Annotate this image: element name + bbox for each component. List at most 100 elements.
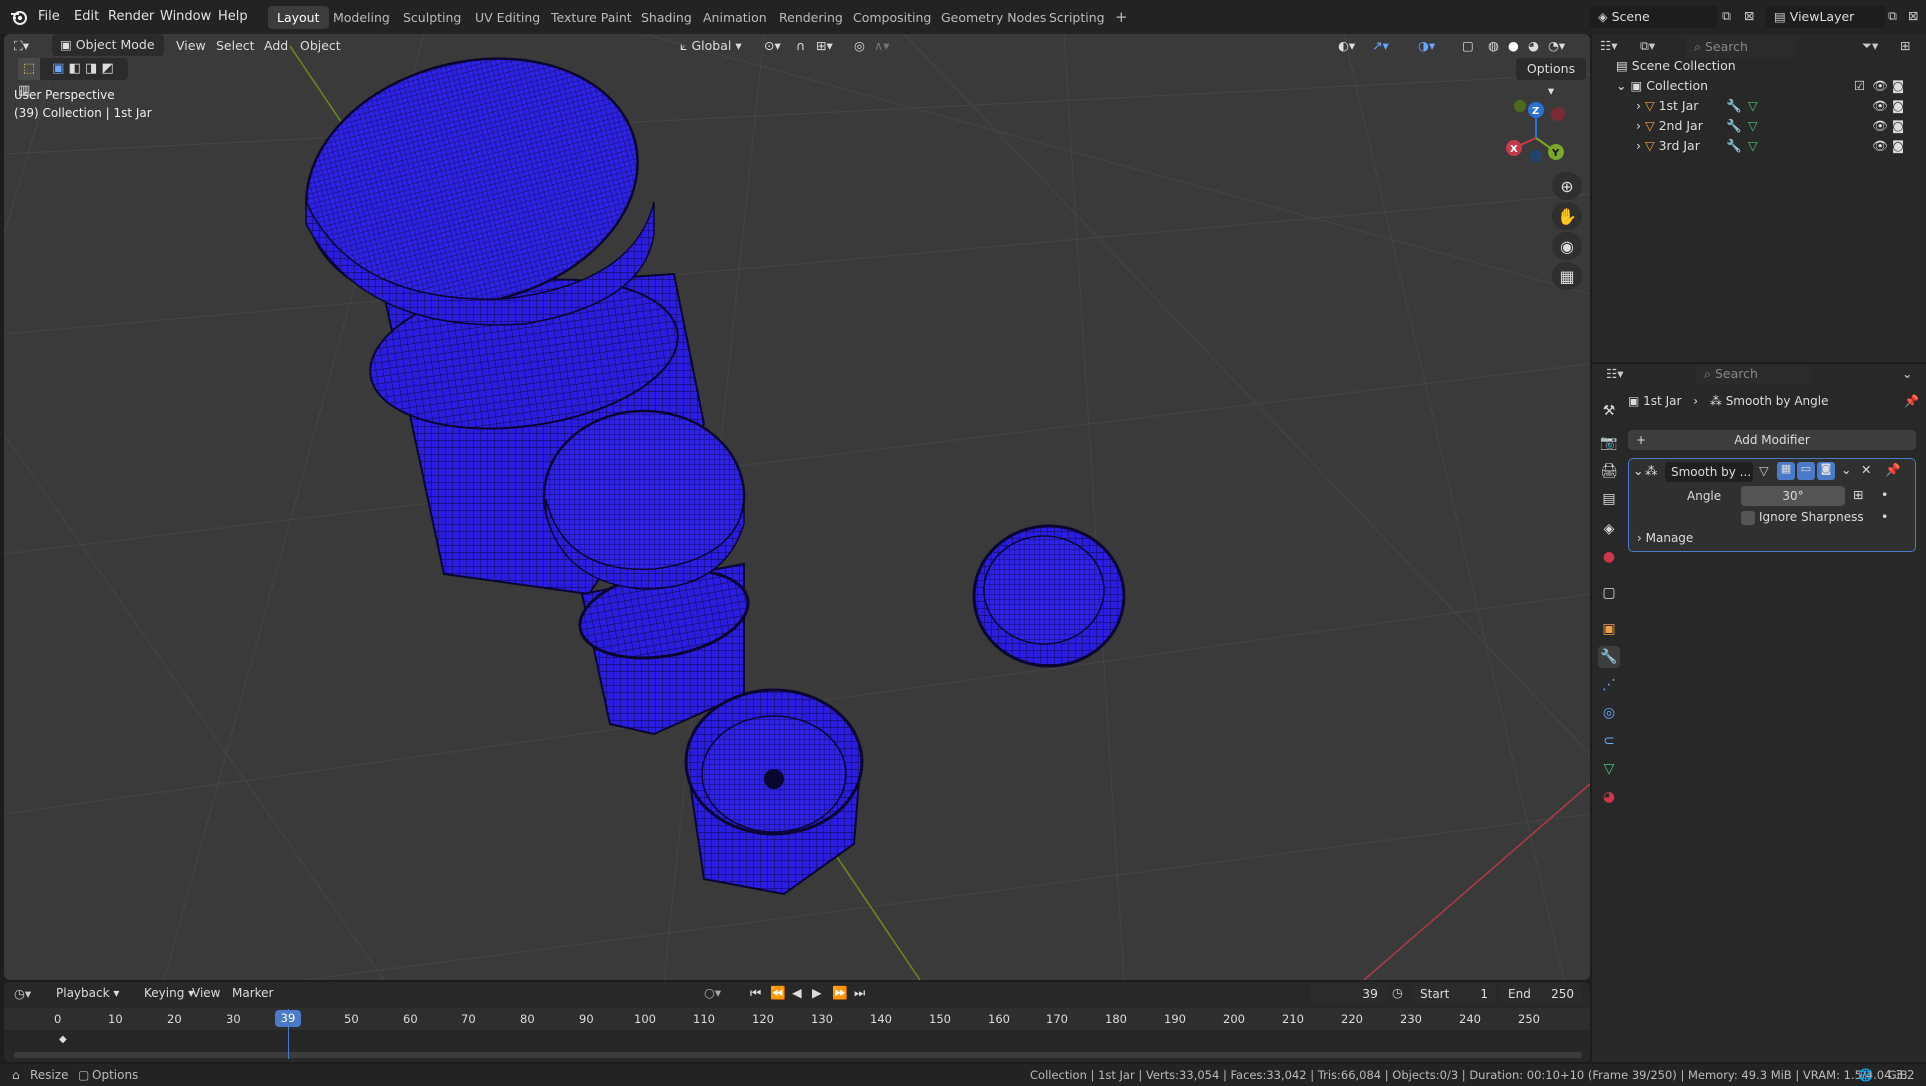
properties-search-input[interactable]: ⌕ Search: [1696, 364, 1812, 384]
properties-options-icon[interactable]: ⌄: [1902, 366, 1912, 381]
tab-rendering[interactable]: Rendering: [770, 6, 852, 29]
select-extend-icon[interactable]: ◧: [69, 61, 81, 76]
menu-object[interactable]: Object: [300, 34, 341, 58]
view-layer-selector[interactable]: ▤ ViewLayer: [1766, 6, 1886, 28]
viewport-scene[interactable]: [4, 34, 1590, 980]
overlay-toggle-icon[interactable]: ◑▾: [1418, 34, 1435, 58]
camera-render-icon[interactable]: ◙: [1892, 76, 1904, 96]
tool-tab-icon[interactable]: ⚒: [1598, 400, 1620, 422]
menu-add[interactable]: Add: [264, 34, 288, 58]
tab-modeling[interactable]: Modeling: [324, 6, 399, 29]
3rd-jar-mesh[interactable]: [684, 688, 864, 896]
pan-hand-icon[interactable]: ✋: [1552, 202, 1582, 230]
render-toggle-icon[interactable]: ◙: [1817, 462, 1835, 480]
pin-icon[interactable]: 📌: [1885, 462, 1901, 478]
jump-end-icon[interactable]: ⏭: [854, 985, 865, 1001]
select-box-tool-icon[interactable]: ⬚: [18, 58, 40, 80]
scene-tab-icon[interactable]: ◈: [1598, 518, 1620, 540]
material-shading-icon[interactable]: ◕: [1528, 34, 1539, 58]
modifier-name-field[interactable]: Smooth by ...: [1665, 462, 1753, 482]
object-tab-icon[interactable]: ▣: [1598, 618, 1620, 640]
add-workspace-icon[interactable]: +: [1106, 4, 1137, 30]
material-tab-icon[interactable]: ◕: [1598, 786, 1620, 808]
tab-shading[interactable]: Shading: [632, 6, 701, 29]
manage-subpanel[interactable]: › Manage: [1637, 531, 1693, 545]
delete-scene-icon[interactable]: ⊠: [1744, 8, 1754, 23]
mesh-data-icon[interactable]: ▽: [1748, 136, 1758, 156]
filter-icon[interactable]: ⏷▾: [1862, 38, 1878, 54]
select-intersect-icon[interactable]: ▥: [18, 83, 30, 98]
breadcrumb-modifier[interactable]: Smooth by Angle: [1726, 394, 1829, 408]
view-layer-tab-icon[interactable]: ▤: [1598, 488, 1620, 510]
particles-tab-icon[interactable]: ⋰: [1598, 674, 1620, 696]
snap-icon[interactable]: ∩: [796, 34, 805, 58]
pivot-point-icon[interactable]: ⊙▾: [764, 34, 781, 58]
mesh-data-icon[interactable]: ▽: [1748, 116, 1758, 136]
wireframe-shading-icon[interactable]: ◍: [1488, 34, 1499, 58]
tab-compositing[interactable]: Compositing: [844, 6, 940, 29]
cage-toggle-icon[interactable]: ▦: [1777, 462, 1795, 480]
prev-keyframe-icon[interactable]: ⏪: [770, 985, 786, 1001]
current-frame-field[interactable]: 39: [1310, 984, 1388, 1004]
outliner-item-2nd-jar[interactable]: › ▽ 2nd Jar 🔧 ▽ 👁 ◙: [1636, 116, 1920, 136]
xray-icon[interactable]: ▢: [1462, 34, 1474, 58]
new-collection-icon[interactable]: ⊞: [1900, 38, 1910, 53]
play-icon[interactable]: ▶: [812, 985, 822, 1000]
keyframe-dot-icon[interactable]: •: [1881, 509, 1888, 524]
tab-animation[interactable]: Animation: [694, 6, 776, 29]
outliner-collection[interactable]: ⌄ ▣ Collection ☑ 👁 ◙: [1616, 76, 1920, 96]
lid-mesh[interactable]: [972, 524, 1126, 668]
ignore-sharpness-checkbox[interactable]: [1741, 511, 1755, 525]
viewport-display-icon[interactable]: ▭: [1797, 462, 1815, 480]
tab-texture-paint[interactable]: Texture Paint: [542, 6, 641, 29]
menu-marker[interactable]: Marker: [232, 986, 273, 1000]
gizmo-toggle-icon[interactable]: ↗▾: [1372, 34, 1389, 58]
modifier-tab-icon[interactable]: 🔧: [1598, 646, 1620, 668]
data-tab-icon[interactable]: ▽: [1598, 758, 1620, 780]
chevron-down-icon[interactable]: ⌄: [1616, 78, 1630, 93]
options-dropdown[interactable]: Options ▾: [1516, 58, 1586, 98]
timeline-editor-type-icon[interactable]: ◷▾: [14, 986, 31, 1001]
rendered-shading-icon[interactable]: ◔▾: [1548, 34, 1565, 58]
play-reverse-icon[interactable]: ◀: [792, 985, 802, 1000]
scene-selector[interactable]: ◈ Scene: [1590, 6, 1718, 28]
visibility-icon[interactable]: ◐▾: [1338, 34, 1355, 58]
display-mode-icon[interactable]: ⧉▾: [1640, 38, 1655, 54]
menu-file[interactable]: File: [32, 7, 66, 26]
menu-help[interactable]: Help: [212, 7, 254, 26]
snap-target-icon[interactable]: ⊞▾: [816, 34, 833, 58]
menu-playback[interactable]: Playback ▾: [56, 986, 119, 1000]
keyframe-track[interactable]: [4, 1030, 1590, 1050]
timeline-scrollbar[interactable]: [14, 1052, 1582, 1058]
ortho-grid-icon[interactable]: ▦: [1552, 262, 1582, 290]
start-frame-field[interactable]: Start 1: [1412, 984, 1496, 1004]
menu-view-timeline[interactable]: View: [192, 986, 220, 1000]
auto-keying-icon[interactable]: ○▾: [704, 985, 721, 1000]
modifier-wrench-icon[interactable]: 🔧: [1726, 136, 1742, 156]
mesh-data-icon[interactable]: ▽: [1748, 96, 1758, 116]
next-keyframe-icon[interactable]: ⏩: [832, 985, 848, 1001]
zoom-icon[interactable]: ⊕: [1552, 172, 1582, 200]
tab-sculpting[interactable]: Sculpting: [394, 6, 470, 29]
camera-render-icon[interactable]: ◙: [1892, 96, 1904, 116]
mode-selector[interactable]: ▣ Object Mode ▾: [52, 34, 164, 74]
menu-select[interactable]: Select: [216, 34, 255, 58]
node-socket-icon[interactable]: ⊞: [1853, 487, 1863, 502]
outliner-editor-type-icon[interactable]: ☷▾: [1600, 38, 1617, 53]
collection-tab-icon[interactable]: ▢: [1598, 582, 1620, 604]
tab-scripting[interactable]: Scripting: [1040, 6, 1114, 29]
camera-render-icon[interactable]: ◙: [1892, 136, 1904, 156]
solid-shading-icon[interactable]: ●: [1508, 34, 1519, 58]
eye-icon[interactable]: 👁: [1872, 116, 1888, 136]
select-invert-icon[interactable]: ◩: [101, 61, 113, 76]
eye-icon[interactable]: 👁: [1872, 96, 1888, 116]
tab-layout[interactable]: Layout: [268, 6, 329, 29]
menu-keying[interactable]: Keying ▾: [144, 986, 194, 1000]
proportional-edit-icon[interactable]: ◎: [854, 34, 865, 58]
falloff-icon[interactable]: ∧▾: [874, 34, 889, 58]
chevron-right-icon[interactable]: ›: [1636, 98, 1645, 113]
navigation-gizmo[interactable]: Z Y X: [1500, 100, 1572, 172]
eye-icon[interactable]: 👁: [1872, 136, 1888, 156]
3d-viewport[interactable]: User Perspective (39) Collection | 1st J…: [4, 34, 1590, 980]
close-icon[interactable]: ✕: [1861, 462, 1871, 477]
